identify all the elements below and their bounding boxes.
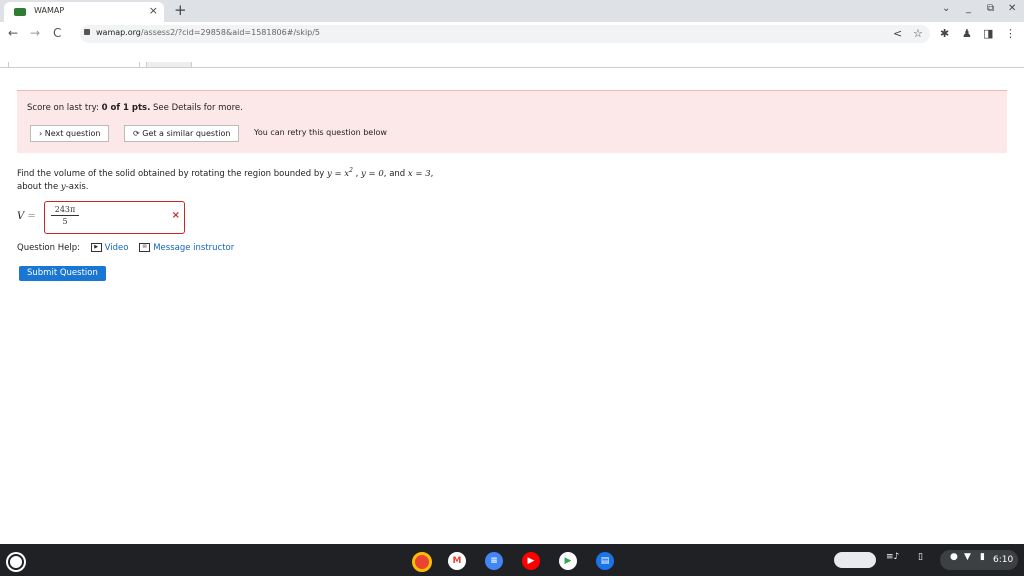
close-window-icon[interactable]: ✕ [1008,3,1016,14]
new-tab-button[interactable]: + [174,1,187,19]
lock-icon [84,29,90,35]
wamap-favicon-icon [14,8,26,16]
answer-fraction: 243π 5 [51,205,79,226]
docs-app-icon[interactable]: ≡ [485,552,503,570]
share-icon[interactable]: < [893,27,902,40]
network-status-icon: ● [950,552,958,562]
mail-icon: ✉ [139,243,151,252]
header-divider [0,67,1024,68]
video-link[interactable]: Video [105,243,129,253]
next-question-button[interactable]: › Next question [30,125,110,142]
play-store-app-icon[interactable]: ▶ [559,552,577,570]
question-text: Find the volume of the solid obtained by… [17,167,434,192]
tab-strip: WAMAP × + ⌄ _ ⧉ ✕ [0,0,1024,22]
chrome-app-icon[interactable] [412,552,432,572]
submit-question-button[interactable]: Submit Question [19,266,106,281]
minimize-icon[interactable]: _ [966,3,971,14]
tab-search-icon[interactable]: ⌄ [942,3,950,14]
gmail-app-icon[interactable]: M [448,552,466,570]
video-icon: ▶ [90,243,102,252]
menu-icon[interactable]: ⋮ [1005,27,1016,40]
restore-icon[interactable]: ⧉ [987,3,994,14]
messages-app-icon[interactable]: ▤ [596,552,614,570]
youtube-app-icon[interactable]: ▶ [522,552,540,570]
reload-icon[interactable]: C [53,26,61,40]
back-icon[interactable]: ← [8,26,18,40]
retry-text: You can retry this question below [254,128,387,137]
browser-tab[interactable]: WAMAP × [4,2,164,22]
incorrect-icon: × [171,210,180,221]
profile-icon[interactable]: ♟ [962,27,972,40]
answer-label: V = [17,211,36,222]
clock[interactable]: 6:10 [993,555,1013,565]
side-panel-icon[interactable]: ◨ [983,27,993,40]
question-help: Question Help: ▶ Video ✉ Message instructo… [17,243,235,253]
tote-icon[interactable]: ▯ [918,552,923,562]
url-text[interactable]: wamap.org/assess2/?cid=29858&aid=1581806… [96,28,320,37]
extensions-icon[interactable]: ✱ [940,27,949,40]
launcher-icon[interactable] [8,554,24,570]
phone-hub-icon[interactable] [834,552,876,568]
score-feedback-box: Score on last try: 0 of 1 pts. See Detai… [17,90,1007,153]
media-controls-icon[interactable]: ≡♪ [886,552,899,562]
tab-title: WAMAP [34,6,65,15]
score-text: Score on last try: 0 of 1 pts. See Detai… [27,103,243,113]
answer-input[interactable]: 243π 5 × [44,201,185,234]
similar-question-button[interactable]: ⟳ Get a similar question [124,125,240,142]
message-instructor-link[interactable]: Message instructor [153,243,234,253]
bookmark-star-icon[interactable]: ☆ [913,27,923,40]
wifi-icon: ▼ [964,552,971,562]
taskbar: M ≡ ▶ ▶ ▤ ≡♪ ▯ ● ▼ ▮ 6:10 [0,544,1024,576]
battery-icon: ▮ [980,552,985,562]
forward-icon[interactable]: → [30,26,40,40]
browser-toolbar: ← → C wamap.org/assess2/?cid=29858&aid=1… [0,22,1024,46]
tab-close-icon[interactable]: × [149,4,158,17]
